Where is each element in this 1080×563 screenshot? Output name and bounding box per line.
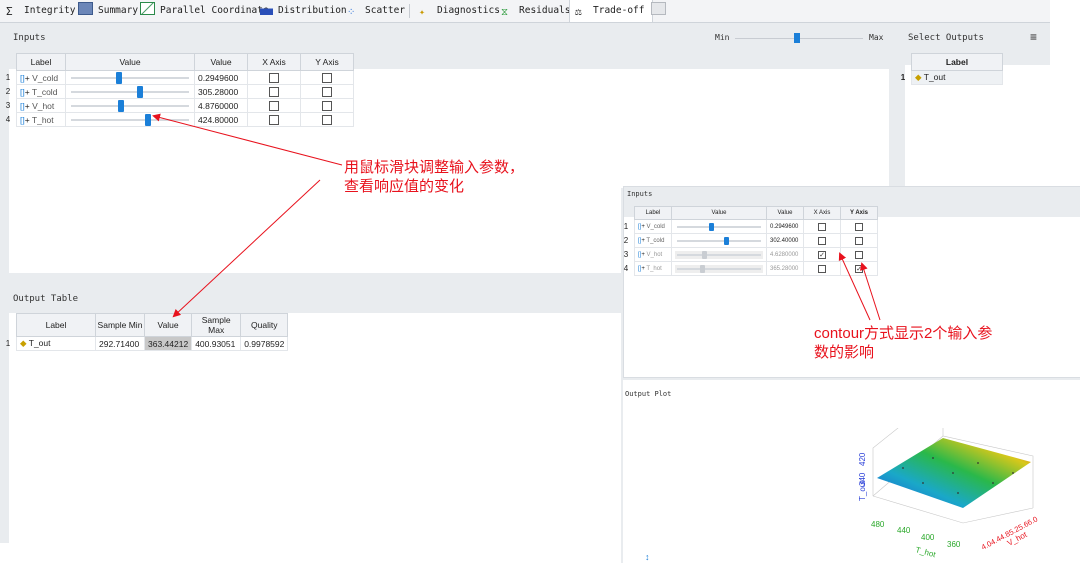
arrow-to-slider [152, 113, 343, 166]
annotation-arrows [152, 113, 881, 321]
arrow-to-x-axis [838, 252, 871, 321]
arrow-to-y-axis [860, 262, 881, 321]
arrow-to-value [172, 179, 321, 318]
